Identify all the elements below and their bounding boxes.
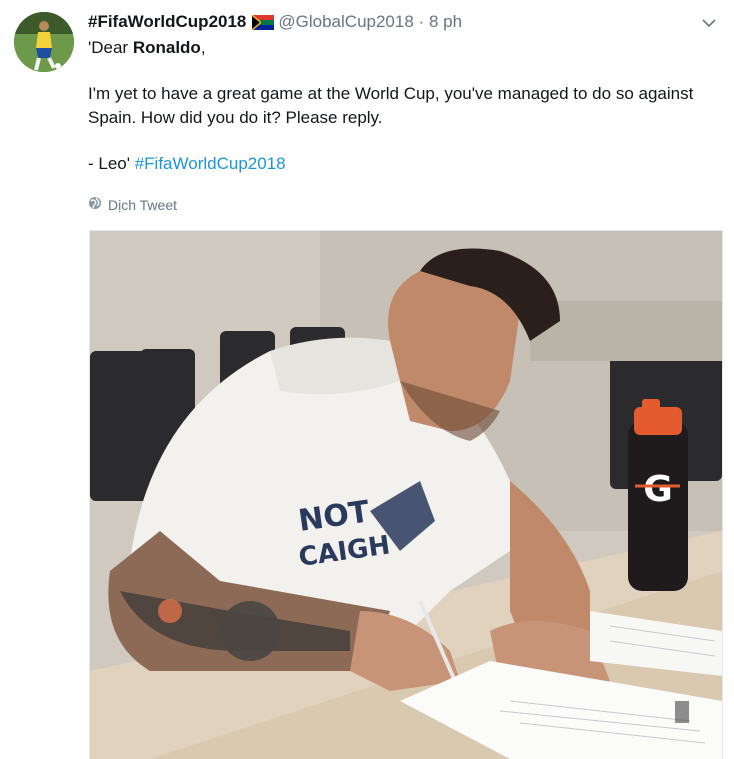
- tweet-avatar[interactable]: [14, 12, 74, 72]
- chevron-down-icon[interactable]: [700, 14, 718, 32]
- tweet-photo[interactable]: NOT CAIGH G: [89, 230, 723, 759]
- tweet-line-salutation: 'Dear Ronaldo,: [88, 38, 206, 57]
- avatar-image: [14, 12, 74, 72]
- translate-label: Dịch Tweet: [108, 196, 177, 213]
- user-handle[interactable]: @GlobalCup2018: [278, 12, 413, 31]
- globe-icon: [88, 196, 102, 213]
- display-name[interactable]: #FifaWorldCup2018: [88, 12, 246, 31]
- hashtag-link[interactable]: #FifaWorldCup2018: [135, 154, 286, 173]
- tweet-line-body: I'm yet to have a great game at the Worl…: [88, 84, 694, 127]
- tweet-header: #FifaWorldCup2018 @GlobalCup2018 · 8 ph: [88, 10, 462, 37]
- tweet-timestamp[interactable]: 8 ph: [429, 12, 462, 31]
- photo-image: NOT CAIGH G: [90, 231, 722, 759]
- south-africa-flag-icon: [251, 13, 275, 37]
- bold-name: Ronaldo: [132, 38, 201, 57]
- tweet-line-signature: - Leo' #FifaWorldCup2018: [88, 154, 286, 173]
- translate-tweet-link[interactable]: Dịch Tweet: [88, 196, 177, 213]
- separator: ·: [418, 12, 425, 31]
- tweet-text: 'Dear Ronaldo, I'm yet to have a great g…: [88, 36, 724, 176]
- bottle-logo: G: [643, 469, 673, 510]
